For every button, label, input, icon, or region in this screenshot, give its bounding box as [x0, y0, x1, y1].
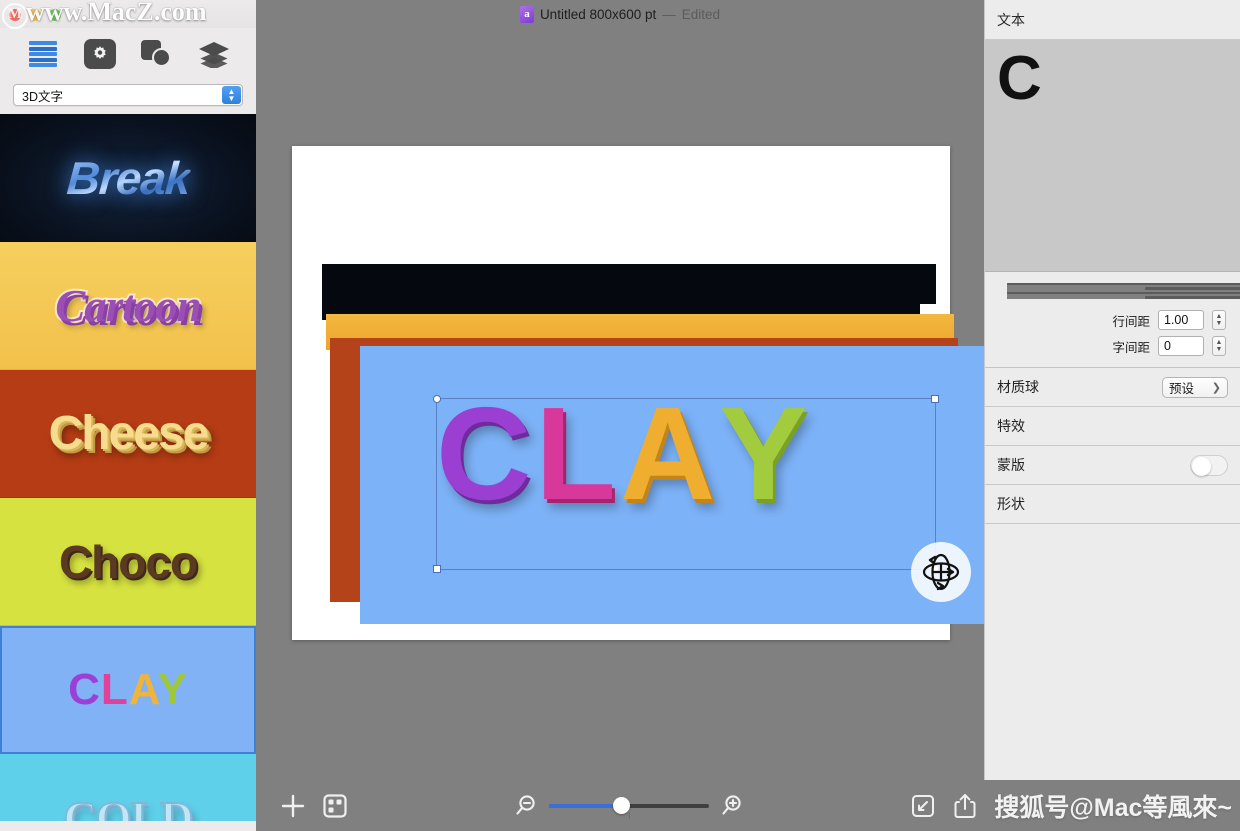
- document-title: Untitled 800x600 pt: [539, 6, 657, 22]
- gear-icon: [83, 39, 116, 69]
- section-mask-label: 蒙版: [997, 457, 1025, 473]
- preset-label: Choco: [58, 535, 198, 588]
- material-preset-label: 预设: [1169, 381, 1195, 396]
- zoom-out-button[interactable]: [513, 793, 539, 819]
- app-window: www.MacZ.com: [0, 0, 1240, 831]
- selection-bounding-box[interactable]: [433, 395, 939, 573]
- line-spacing-input[interactable]: 1.00: [1158, 310, 1204, 330]
- magnifier-plus-icon: [722, 794, 741, 815]
- category-select-row: 3D文字 ▲ ▼: [0, 80, 256, 114]
- section-shape[interactable]: 形状: [985, 485, 1240, 524]
- text-input[interactable]: C: [985, 40, 1240, 272]
- line-spacing-label: 行间距: [1112, 314, 1150, 329]
- mask-toggle[interactable]: [1190, 454, 1228, 476]
- list-icon: [28, 41, 57, 67]
- preset-list[interactable]: Break Cartoon Cheese Choco CLAY COLD: [0, 114, 256, 821]
- selection-handle-top-left[interactable]: [433, 395, 441, 403]
- settings-button[interactable]: [81, 36, 119, 72]
- shapes-button[interactable]: [138, 36, 176, 72]
- right-panel: 文本 C 字体 行间距 1.00 ▲▼ 字间距 0 ▲▼ 材质球 预设 ❯: [984, 0, 1240, 831]
- plus-icon: [281, 794, 305, 817]
- grid-layout-icon: [323, 793, 347, 818]
- selection-handle-top-right[interactable]: [931, 395, 939, 403]
- bottom-toolbar: 搜狐号@Mac等風來~: [256, 780, 1240, 831]
- bottom-left-tools: [256, 793, 348, 819]
- preset-item-cartoon[interactable]: Cartoon: [0, 242, 256, 370]
- magnifier-minus-icon: [516, 794, 535, 815]
- 3d-rotate-icon: [922, 553, 960, 591]
- resize-arrow-icon: [912, 794, 935, 817]
- preset-item-break[interactable]: Break: [0, 114, 256, 242]
- preset-label: Break: [64, 151, 192, 204]
- category-select-value: 3D文字: [22, 89, 63, 104]
- canvas-band-black-upper: [322, 264, 936, 304]
- zoom-button[interactable]: [49, 9, 61, 21]
- preset-letter: Y: [157, 664, 188, 714]
- section-shape-label: 形状: [997, 496, 1025, 512]
- section-mask[interactable]: 蒙版: [985, 446, 1240, 485]
- layout-button[interactable]: [322, 793, 348, 819]
- section-effects-label: 特效: [997, 418, 1025, 434]
- close-button[interactable]: [9, 9, 21, 21]
- preset-letter: A: [128, 664, 158, 714]
- share-icon: [954, 793, 976, 818]
- rotate-3d-handle[interactable]: [911, 542, 971, 602]
- preset-item-clay[interactable]: CLAY: [0, 626, 256, 754]
- section-material-label: 材质球: [997, 379, 1039, 395]
- layers-button[interactable]: [195, 36, 233, 72]
- document-icon: a: [519, 5, 534, 23]
- preset-item-choco[interactable]: Choco: [0, 498, 256, 626]
- center-area: a Untitled 800x600 pt — Edited CLAY: [256, 0, 988, 831]
- list-button[interactable]: [24, 36, 62, 72]
- letter-spacing-row: 字间距 0 ▲ ▼: [985, 333, 1240, 359]
- zoom-controls: [348, 793, 910, 819]
- section-material[interactable]: 材质球 预设 ❯: [985, 368, 1240, 407]
- zoom-slider[interactable]: [549, 797, 710, 819]
- document-dash: —: [662, 6, 676, 22]
- add-button[interactable]: [280, 793, 306, 819]
- letter-spacing-input[interactable]: 0: [1158, 336, 1204, 356]
- fullscreen-button[interactable]: [910, 793, 936, 819]
- left-sidebar: www.MacZ.com: [0, 0, 256, 831]
- section-effects[interactable]: 特效: [985, 407, 1240, 446]
- mask-toggle-knob: [1192, 456, 1211, 476]
- window-traffic-lights[interactable]: [9, 9, 61, 21]
- preset-label: CLAY: [68, 665, 188, 715]
- preset-letter: C: [68, 664, 101, 714]
- line-spacing-row: 行间距 1.00 ▲ ▼: [985, 307, 1240, 333]
- sidebar-toolbar: [0, 28, 256, 80]
- sidebar-titlebar: www.MacZ.com: [0, 0, 256, 29]
- selection-handle-bottom-left[interactable]: [433, 565, 441, 573]
- preset-item-cold[interactable]: COLD: [0, 754, 256, 821]
- zoom-in-button[interactable]: [719, 793, 745, 819]
- share-button[interactable]: [952, 792, 978, 820]
- layers-icon: [197, 40, 231, 70]
- preset-label: Cheese: [48, 407, 210, 460]
- bottom-watermark: 搜狐号@Mac等風來~: [994, 793, 1232, 822]
- category-select[interactable]: 3D文字 ▲ ▼: [13, 84, 243, 106]
- preset-item-cheese[interactable]: Cheese: [0, 370, 256, 498]
- zoom-slider-fill: [549, 803, 620, 808]
- shapes-icon: [140, 40, 173, 68]
- document-titlebar: a Untitled 800x600 pt — Edited: [256, 0, 984, 28]
- zoom-slider-knob[interactable]: [613, 797, 631, 814]
- chevron-right-icon: ❯: [1211, 381, 1221, 394]
- align-center-button[interactable]: [1007, 282, 1240, 299]
- right-panel-header: 文本: [985, 0, 1240, 40]
- chevron-updown-icon[interactable]: ▲ ▼: [222, 86, 241, 104]
- document-edited-badge: Edited: [681, 6, 721, 22]
- minimize-button[interactable]: [29, 9, 41, 21]
- material-preset-button[interactable]: 预设 ❯: [1162, 376, 1228, 398]
- preset-label: Cartoon: [53, 279, 204, 333]
- preset-letter: L: [100, 664, 129, 714]
- line-spacing-stepper[interactable]: ▲ ▼: [1212, 310, 1226, 330]
- preset-label: COLD: [63, 791, 195, 821]
- letter-spacing-label: 字间距: [1112, 340, 1150, 355]
- bottom-right-tools: 搜狐号@Mac等風來~: [910, 788, 1240, 824]
- text-format-row: 字体: [985, 272, 1240, 307]
- canvas-area[interactable]: CLAY: [256, 28, 988, 831]
- letter-spacing-stepper[interactable]: ▲ ▼: [1212, 336, 1226, 356]
- zoom-slider-tick: [629, 812, 631, 819]
